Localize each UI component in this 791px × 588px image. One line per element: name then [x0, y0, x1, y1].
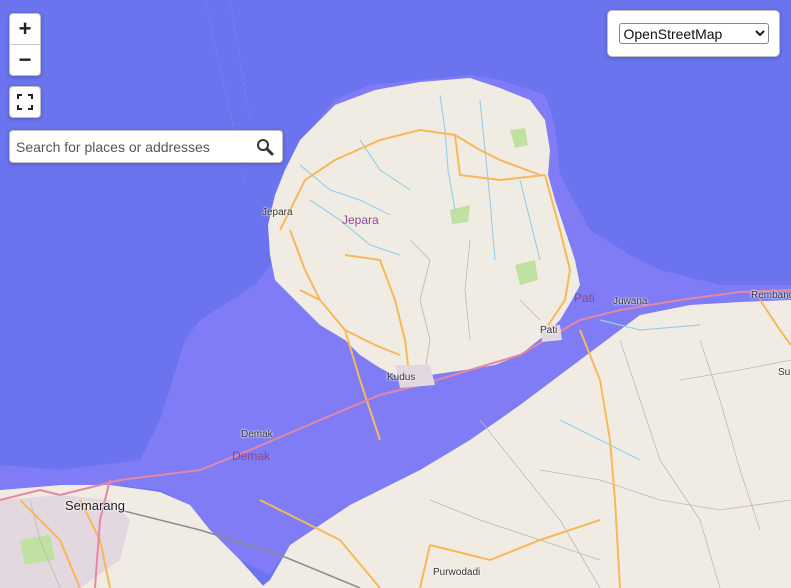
map-canvas[interactable]: Jepara Jepara Kudus Pati Pati Juwana Rem…: [0, 0, 791, 588]
search-input[interactable]: [10, 137, 248, 156]
search-icon: [257, 138, 274, 155]
fullscreen-icon: [17, 94, 33, 110]
fullscreen-button[interactable]: [9, 86, 41, 118]
zoom-out-button[interactable]: −: [10, 45, 40, 75]
map-tiles: [0, 0, 791, 588]
search-button[interactable]: [248, 131, 282, 162]
zoom-control: + −: [9, 13, 41, 76]
zoom-in-button[interactable]: +: [10, 14, 40, 44]
layer-switcher: OpenStreetMap: [607, 10, 780, 57]
basemap-select[interactable]: OpenStreetMap: [618, 23, 769, 44]
search-box: [9, 130, 283, 163]
